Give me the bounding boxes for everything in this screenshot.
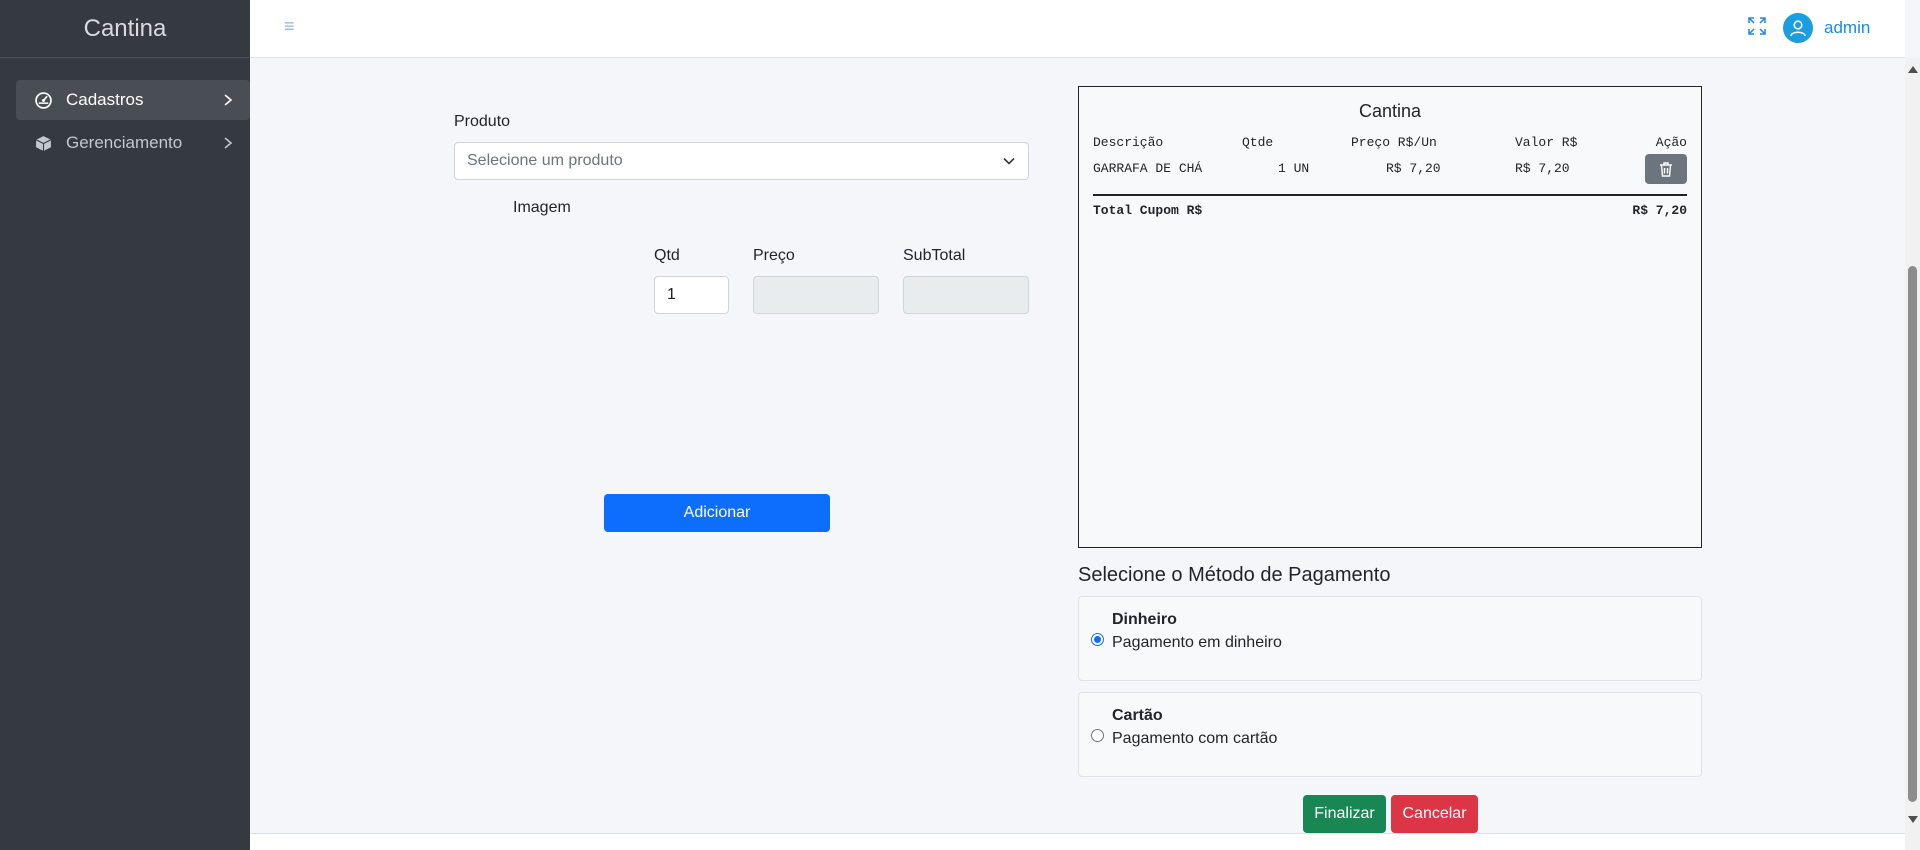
brand-title[interactable]: Cantina — [0, 0, 250, 58]
scrollbar-thumb[interactable] — [1908, 266, 1917, 802]
cancelar-button[interactable]: Cancelar — [1391, 795, 1478, 833]
payment-option-name: Cartão — [1112, 707, 1163, 724]
payment-option-name: Dinheiro — [1112, 611, 1177, 628]
sidebar-item-cadastros[interactable]: Cadastros — [16, 80, 250, 120]
chevron-right-icon — [224, 137, 233, 149]
receipt-panel: Cantina Descrição Qtde Preço R$/Un Valor… — [1078, 86, 1702, 548]
produto-label: Produto — [454, 113, 511, 130]
col-header-valor: Valor R$ — [1515, 135, 1578, 150]
col-header-acao: Ação — [1655, 135, 1687, 150]
preco-input — [753, 276, 879, 314]
subtotal-label: SubTotal — [903, 247, 966, 264]
col-header-descricao: Descrição — [1093, 135, 1164, 150]
imagem-label: Imagem — [513, 199, 571, 216]
chevron-right-icon — [224, 94, 233, 106]
hamburger-icon[interactable]: ≡ — [284, 16, 295, 37]
col-header-preco: Preço R$/Un — [1351, 135, 1437, 150]
footer — [250, 833, 1905, 850]
sidebar: Cantina Cadastros Gerenciamento — [0, 0, 250, 850]
sidebar-item-label: Cadastros — [66, 90, 144, 109]
col-header-qtde: Qtde — [1242, 135, 1274, 150]
produto-select-value: Selecione um produto — [467, 152, 623, 169]
qtd-input[interactable]: 1 — [654, 276, 729, 314]
preco-label: Preço — [753, 247, 795, 264]
sidebar-nav: Cadastros Gerenciamento — [0, 58, 250, 163]
radio-cartao[interactable] — [1091, 729, 1104, 742]
row-qtde: 1 UN — [1278, 161, 1310, 176]
payment-option-dinheiro[interactable]: Dinheiro Pagamento em dinheiro — [1078, 596, 1702, 681]
produto-select[interactable]: Selecione um produto — [454, 142, 1029, 180]
row-valor: R$ 7,20 — [1515, 161, 1570, 176]
sidebar-item-gerenciamento[interactable]: Gerenciamento — [16, 123, 250, 163]
username-link[interactable]: admin — [1824, 18, 1870, 38]
scroll-down-arrow-icon[interactable] — [1908, 816, 1918, 823]
adicionar-button[interactable]: Adicionar — [604, 494, 830, 532]
top-navbar: ≡ admin — [250, 0, 1905, 58]
radio-dinheiro[interactable] — [1091, 633, 1104, 646]
receipt-divider — [1093, 194, 1687, 196]
box-icon — [34, 134, 52, 152]
trash-icon — [1660, 161, 1672, 177]
chevron-down-icon — [1003, 157, 1015, 165]
subtotal-input — [903, 276, 1029, 314]
row-preco: R$ 7,20 — [1386, 161, 1441, 176]
finalizar-button[interactable]: Finalizar — [1303, 795, 1386, 833]
payment-title: Selecione o Método de Pagamento — [1078, 564, 1391, 586]
payment-option-desc: Pagamento com cartão — [1112, 730, 1278, 747]
total-value: R$ 7,20 — [1632, 203, 1687, 218]
qtd-label: Qtd — [654, 247, 680, 264]
payment-option-desc: Pagamento em dinheiro — [1112, 634, 1282, 651]
sidebar-item-label: Gerenciamento — [66, 133, 183, 152]
scroll-up-arrow-icon[interactable] — [1908, 66, 1918, 73]
expand-icon[interactable] — [1748, 17, 1766, 35]
remove-item-button[interactable] — [1645, 154, 1687, 184]
total-label: Total Cupom R$ — [1093, 203, 1203, 218]
gauge-icon — [34, 91, 52, 109]
row-descricao: GARRAFA DE CHÁ — [1093, 161, 1203, 176]
user-avatar-icon[interactable] — [1783, 13, 1813, 43]
receipt-title: Cantina — [1358, 101, 1422, 121]
payment-option-cartao[interactable]: Cartão Pagamento com cartão — [1078, 692, 1702, 777]
page-scrollbar[interactable] — [1905, 58, 1920, 850]
